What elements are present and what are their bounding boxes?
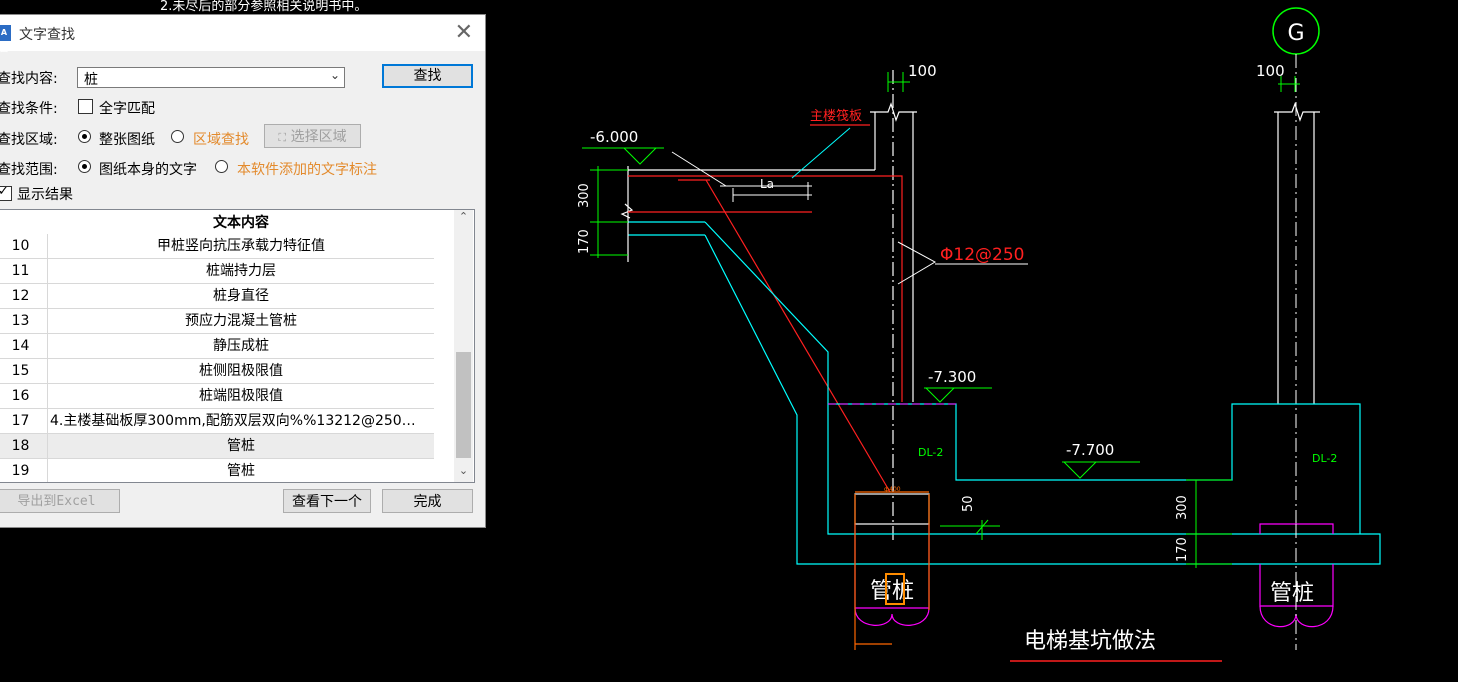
result-num: 10 xyxy=(0,234,48,259)
table-row[interactable]: 桩端持力层 xyxy=(48,259,434,284)
area-whole-label: 整张图纸 xyxy=(99,132,155,148)
dl-left-label: DL-2 xyxy=(918,446,943,459)
table-row[interactable]: 桩端阻极限值 xyxy=(48,384,434,409)
results-header: 文本内容 xyxy=(213,215,269,231)
result-num: 16 xyxy=(0,384,48,409)
level-top-label: -6.000 xyxy=(590,128,638,146)
find-button[interactable]: 查找 xyxy=(382,64,473,88)
dialog-title: 文字查找 xyxy=(19,27,75,43)
range-added-radio[interactable] xyxy=(215,160,228,173)
result-num: 13 xyxy=(0,309,48,334)
main-slab xyxy=(620,166,875,262)
level-base-marker xyxy=(1062,461,1140,479)
close-icon[interactable]: ✕ xyxy=(455,20,473,45)
dim-300-left-label: 300 xyxy=(577,183,592,208)
result-num: 12 xyxy=(0,284,48,309)
pile-right-label: 管桩 xyxy=(1270,581,1314,606)
axis-label: G xyxy=(1287,21,1304,46)
dim-170-right-label: 170 xyxy=(1175,537,1190,562)
whole-word-checkbox[interactable] xyxy=(78,99,93,114)
find-content-label: 查找内容: xyxy=(0,71,58,87)
text-search-dialog: A图 文字查找 ✕ 查找内容: 桩 ⌄ 查找 查找条件: 全字匹配 查找区域: … xyxy=(0,14,486,528)
la-dimension xyxy=(671,151,812,202)
level-pit-marker xyxy=(924,387,992,403)
app-icon: A图 xyxy=(0,25,11,53)
rebar-spec-label: Φ12@250 xyxy=(940,245,1024,265)
level-top-marker xyxy=(582,147,664,165)
scrollbar-thumb[interactable] xyxy=(456,352,471,458)
dim-right-vertical xyxy=(1186,479,1232,568)
range-drawing-label: 图纸本身的文字 xyxy=(99,162,197,178)
scroll-up-icon[interactable]: ⌃ xyxy=(454,210,473,228)
show-results-checkbox[interactable]: ✓ xyxy=(0,184,12,201)
condition-label: 查找条件: xyxy=(0,101,58,117)
export-excel-button[interactable]: 导出到Excel xyxy=(0,489,120,513)
pile-left-label: 管桩 xyxy=(870,579,914,604)
area-whole-radio[interactable] xyxy=(78,130,91,143)
right-column xyxy=(1274,102,1320,404)
dim-50-label: 50 xyxy=(961,495,976,512)
level-pit-label: -7.300 xyxy=(928,368,976,386)
dim-100-left-label: 100 xyxy=(908,62,937,80)
table-row[interactable]: 管桩 xyxy=(48,459,434,482)
result-num: 18 xyxy=(0,434,48,459)
find-content-combobox[interactable]: 桩 ⌄ xyxy=(77,67,345,88)
range-added-label: 本软件添加的文字标注 xyxy=(237,162,377,178)
dim-50 xyxy=(940,519,1000,540)
table-row[interactable]: 桩身直径 xyxy=(48,284,434,309)
drawing-top-note: 2.未尽后的部分参照相关说明书中。 xyxy=(160,0,367,14)
drawing-title: 电梯基坑做法 xyxy=(1024,629,1156,654)
results-table[interactable]: 文本内容 10 甲桩竖向抗压承载力特征值 11 桩端持力层 12 桩身直径 13… xyxy=(0,209,475,483)
dim-300-right-label: 300 xyxy=(1175,495,1190,520)
results-scrollbar[interactable]: ⌃ ⌄ xyxy=(454,210,473,482)
table-row[interactable]: 桩侧阻极限值 xyxy=(48,359,434,384)
dim-100-left xyxy=(887,72,910,92)
slab-label: 主楼筏板 xyxy=(810,108,862,124)
result-num: 17 xyxy=(0,409,48,434)
level-base-label: -7.700 xyxy=(1066,441,1114,459)
pit-outline xyxy=(704,221,1381,565)
left-pile xyxy=(854,491,930,650)
table-row[interactable]: 4.主楼基础板厚300mm,配筋双层双向%%13212@250… xyxy=(48,409,434,434)
area-region-label: 区域查找 xyxy=(193,132,249,148)
select-region-button[interactable]: ⛶ 选择区域 xyxy=(264,124,361,148)
show-results-label: 显示结果 xyxy=(17,187,73,203)
select-region-label: 选择区域 xyxy=(290,129,347,145)
table-row[interactable]: 静压成桩 xyxy=(48,334,434,359)
area-label: 查找区域: xyxy=(0,132,58,148)
table-row-selected[interactable]: 管桩 xyxy=(48,434,434,459)
dim-100-right-label: 100 xyxy=(1256,62,1285,80)
result-num: 14 xyxy=(0,334,48,359)
pile-width-label: ф400 xyxy=(884,486,901,493)
range-drawing-radio[interactable] xyxy=(78,160,91,173)
chevron-down-icon[interactable]: ⌄ xyxy=(330,68,340,82)
scroll-down-icon[interactable]: ⌄ xyxy=(454,464,473,482)
result-num: 11 xyxy=(0,259,48,284)
dialog-titlebar[interactable]: A图 文字查找 ✕ xyxy=(0,15,485,53)
whole-word-label: 全字匹配 xyxy=(99,101,155,117)
la-label: La xyxy=(760,177,774,191)
checkmark-icon: ✓ xyxy=(0,184,9,199)
table-row[interactable]: 预应力混凝土管桩 xyxy=(48,309,434,334)
view-next-button[interactable]: 查看下一个 xyxy=(283,489,371,513)
range-label: 查找范围: xyxy=(0,162,58,178)
dl-right-label: DL-2 xyxy=(1312,452,1337,465)
result-num: 19 xyxy=(0,459,48,482)
dim-left-vertical xyxy=(590,166,628,258)
dim-170-left-label: 170 xyxy=(577,229,592,254)
select-region-icon: ⛶ xyxy=(278,131,287,144)
find-content-value: 桩 xyxy=(84,72,98,88)
table-row[interactable]: 甲桩竖向抗压承载力特征值 xyxy=(48,234,434,259)
result-num: 15 xyxy=(0,359,48,384)
done-button[interactable]: 完成 xyxy=(382,489,473,513)
area-region-radio[interactable] xyxy=(171,130,184,143)
